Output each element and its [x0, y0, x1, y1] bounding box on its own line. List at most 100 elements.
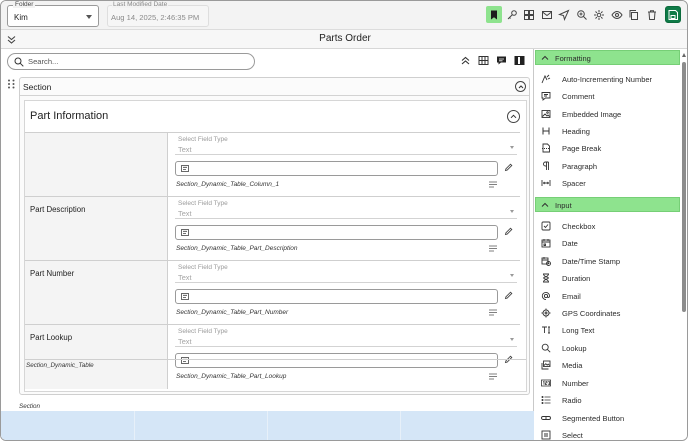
chevron-up-icon[interactable]	[507, 110, 520, 123]
row-label-cell[interactable]	[25, 133, 168, 197]
palette-item-select[interactable]: Select	[541, 428, 679, 440]
palette-item-radio[interactable]: Radio	[541, 393, 679, 408]
split-view-icon[interactable]	[514, 55, 525, 66]
table-row: Part Description Select Field Type Text …	[25, 196, 520, 261]
spacer-icon	[541, 178, 551, 188]
save-icon[interactable]	[665, 6, 681, 23]
row-label-cell[interactable]: Part Number	[25, 261, 168, 325]
heading-icon	[541, 126, 551, 136]
drag-handle-icon[interactable]	[7, 79, 16, 89]
field-palette: Formatting Auto-Incrementing Number Comm…	[535, 49, 687, 440]
palette-item-datetime-stamp[interactable]: Date/Time Stamp	[541, 254, 679, 269]
grid-view-icon[interactable]	[478, 55, 489, 66]
last-modified-value: Aug 14, 2025, 2:46:35 PM	[111, 13, 200, 22]
palette-item-checkbox[interactable]: Checkbox	[541, 219, 679, 234]
field-type-label: Select Field Type	[178, 264, 228, 271]
palette-item-heading[interactable]: Heading	[541, 124, 679, 139]
gear-icon[interactable]	[592, 6, 607, 24]
folder-label: Folder	[13, 1, 36, 8]
menu-lines-icon[interactable]	[489, 373, 497, 380]
field-type-select[interactable]: Select Field Type Text	[175, 136, 517, 155]
input-group-header[interactable]: Input	[535, 197, 680, 212]
palette-item-label: Lookup	[562, 344, 587, 353]
puzzle-icon[interactable]	[522, 6, 537, 24]
section-title: Section	[23, 82, 52, 92]
formatting-group-header[interactable]: Formatting	[535, 50, 680, 65]
field-type-label: Select Field Type	[178, 136, 228, 143]
palette-item-date[interactable]: Date	[541, 236, 679, 251]
palette-item-page-break[interactable]: Page Break	[541, 141, 679, 156]
app-window: Folder Kim Last Modified Date Aug 14, 20…	[0, 0, 688, 441]
row-label-cell[interactable]: Part Lookup	[25, 325, 168, 389]
palette-item-media[interactable]: Media	[541, 358, 679, 373]
palette-item-label: Embedded Image	[562, 110, 622, 119]
folder-select[interactable]: Folder Kim	[7, 1, 99, 27]
palette-item-email[interactable]: Email	[541, 289, 679, 304]
scroll-up-icon[interactable]	[682, 53, 686, 57]
field-type-select[interactable]: Select Field Type Text	[175, 264, 517, 283]
palette-item-label: Media	[562, 361, 583, 370]
chevron-up-icon	[541, 55, 549, 60]
palette-item-lookup[interactable]: Lookup	[541, 341, 679, 356]
search-input[interactable]	[28, 55, 248, 68]
menu-lines-icon[interactable]	[489, 245, 497, 252]
dynamic-table[interactable]: Part Information Select Field Type Text	[24, 100, 527, 392]
field-type-value: Text	[178, 337, 192, 346]
palette-item-comment[interactable]: Comment	[541, 89, 679, 104]
trash-icon[interactable]	[645, 6, 660, 24]
pencil-icon[interactable]	[504, 291, 513, 300]
comments-icon[interactable]	[496, 55, 507, 66]
search-box[interactable]	[7, 53, 255, 70]
palette-item-auto-number[interactable]: Auto-Incrementing Number	[541, 72, 679, 87]
pencil-icon[interactable]	[504, 227, 513, 236]
long-text-icon	[541, 325, 551, 335]
copy-icon[interactable]	[627, 6, 642, 24]
palette-item-label: Date/Time Stamp	[562, 257, 621, 266]
field-type-select[interactable]: Select Field Type Text	[175, 328, 517, 347]
variable-name: Section_Dynamic_Table_Column_1	[176, 181, 280, 188]
table-row: Part Lookup Select Field Type Text Secti…	[25, 324, 520, 389]
palette-item-label: Email	[562, 292, 581, 301]
palette-item-label: Select	[562, 431, 583, 440]
pencil-icon[interactable]	[504, 163, 513, 172]
field-type-select[interactable]: Select Field Type Text	[175, 200, 517, 219]
variable-name: Section_Dynamic_Table_Part_Number	[176, 309, 289, 316]
zoom-icon[interactable]	[575, 6, 590, 24]
text-input-preview[interactable]	[175, 225, 498, 240]
last-modified-field: Last Modified Date Aug 14, 2025, 2:46:35…	[107, 1, 209, 27]
share-icon[interactable]	[557, 6, 572, 24]
palette-item-duration[interactable]: Duration	[541, 271, 679, 286]
panel-scrollbar[interactable]	[682, 53, 687, 438]
row-label-cell[interactable]: Part Description	[25, 197, 168, 261]
palette-item-gps[interactable]: GPS Coordinates	[541, 306, 679, 321]
palette-item-segmented-button[interactable]: Segmented Button	[541, 411, 679, 426]
bookmark-icon[interactable]	[485, 6, 502, 23]
palette-item-embedded-image[interactable]: Embedded Image	[541, 107, 679, 122]
paragraph-icon	[541, 161, 551, 171]
menu-lines-icon[interactable]	[489, 181, 497, 188]
drop-zone-strip[interactable]	[1, 411, 534, 440]
text-input-preview[interactable]	[175, 161, 498, 176]
table-row: Part Number Select Field Type Text Secti…	[25, 260, 520, 325]
dynamic-table-footer: Section_Dynamic_Table	[25, 359, 526, 369]
palette-item-spacer[interactable]: Spacer	[541, 176, 679, 191]
collapse-all-icon[interactable]	[460, 55, 471, 66]
eye-icon[interactable]	[610, 6, 625, 24]
title-bar: Parts Order	[1, 30, 687, 49]
double-chevron-down-icon[interactable]	[6, 34, 17, 45]
auto-number-icon	[541, 74, 551, 84]
text-input-preview[interactable]	[175, 289, 498, 304]
palette-item-paragraph[interactable]: Paragraph	[541, 159, 679, 174]
mail-icon[interactable]	[540, 6, 555, 24]
chevron-up-icon[interactable]	[515, 81, 526, 92]
section-block[interactable]: Section Part Information Select Field Ty…	[19, 77, 530, 395]
text-field-icon	[181, 229, 189, 236]
palette-item-long-text[interactable]: Long Text	[541, 323, 679, 338]
menu-lines-icon[interactable]	[489, 309, 497, 316]
palette-item-number[interactable]: Number	[541, 376, 679, 391]
field-type-label: Select Field Type	[178, 328, 228, 335]
key-icon[interactable]	[505, 6, 520, 24]
top-bar: Folder Kim Last Modified Date Aug 14, 20…	[1, 1, 687, 30]
scrollbar-thumb[interactable]	[682, 62, 686, 312]
field-type-value: Text	[178, 273, 192, 282]
